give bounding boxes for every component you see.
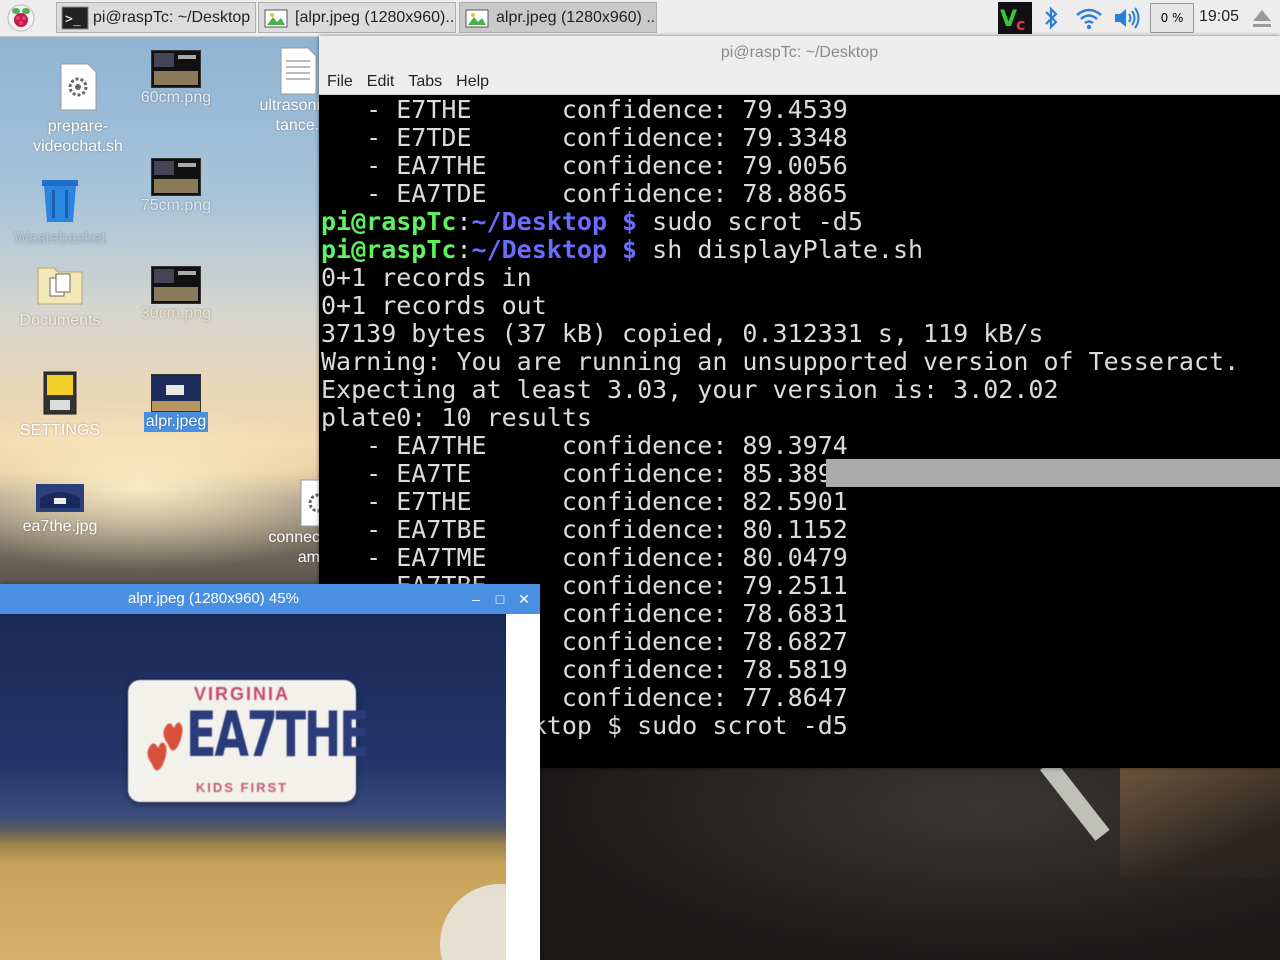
raspberry-menu-icon[interactable] xyxy=(4,4,38,32)
desktop-icon-label: connec am xyxy=(268,529,320,566)
plate-number: EA7THE xyxy=(186,698,370,771)
plate-slogan: KIDS FIRST xyxy=(195,780,289,795)
image-thumbnail-icon xyxy=(36,484,84,512)
wallpaper-grass xyxy=(1120,768,1280,878)
image-thumbnail-icon xyxy=(151,374,201,412)
license-plate: VIRGINIA EA7THE KIDS FIRST xyxy=(128,680,370,802)
taskbar-terminal-button[interactable]: >_ pi@raspTc: ~/Desktop xyxy=(56,2,256,33)
terminal-line: - EA7TME confidence: 80.0479 xyxy=(321,543,848,572)
desktop-icon-settings[interactable]: SETTINGS xyxy=(0,370,120,441)
prompt-command: sudo scrot -d5 xyxy=(637,207,863,236)
svg-text:>_: >_ xyxy=(65,12,81,27)
desktop-icon-label: 60cm.png xyxy=(140,89,212,106)
desktop-icon-label: ultrasonic tance.p xyxy=(259,97,328,134)
terminal-line: plate0: 10 results xyxy=(321,403,592,432)
terminal-line: - EA7THE confidence: 79.0056 xyxy=(321,151,848,180)
terminal-line: - E7TDE confidence: 79.3348 xyxy=(321,123,848,152)
image-icon xyxy=(264,9,288,27)
terminal-prompt-line: pi@raspTc:~/Desktop $ sudo scrot -d5 xyxy=(321,208,1280,236)
wifi-icon[interactable] xyxy=(1074,0,1104,36)
folder-icon xyxy=(37,267,83,305)
image-icon xyxy=(465,9,489,27)
terminal-line: Warning: You are running an unsupported … xyxy=(321,347,1240,376)
eject-icon[interactable] xyxy=(1250,0,1274,36)
terminal-line: - E7THE confidence: 82.5901 xyxy=(321,487,848,516)
terminal-line: Expecting at least 3.03, your version is… xyxy=(321,375,1059,404)
image-viewer-canvas[interactable]: VIRGINIA EA7THE KIDS FIRST xyxy=(0,614,506,960)
terminal-menu-bar: File Edit Tabs Help xyxy=(319,69,1280,95)
terminal-line: - EA7THE confidence: 89.3974 xyxy=(321,431,848,460)
clock[interactable]: 19:05 xyxy=(1199,8,1239,26)
desktop-icon-60cm[interactable]: 60cm.png xyxy=(116,50,236,108)
maximize-button[interactable]: □ xyxy=(488,584,512,614)
image-thumbnail-icon xyxy=(151,266,201,304)
cpu-monitor[interactable]: 0 % xyxy=(1150,3,1194,33)
desktop-icon-label: Wastebasket xyxy=(14,230,106,247)
desktop-icon-documents[interactable]: Documents xyxy=(0,262,120,331)
terminal-selection-highlight xyxy=(826,459,1280,487)
terminal-line: 0+1 records in xyxy=(321,263,532,292)
desktop-icon-label: ea7the.jpg xyxy=(22,518,98,535)
prompt-user: pi@raspTc xyxy=(321,235,457,264)
taskbar-task-label: alpr.jpeg (1280x960) ... xyxy=(496,8,657,26)
taskbar-task-label: pi@raspTc: ~/Desktop xyxy=(93,8,251,26)
terminal-line: - E7THE confidence: 79.4539 xyxy=(321,96,848,124)
close-button[interactable]: ✕ xyxy=(512,584,536,614)
desktop-icon-label: SETTINGS xyxy=(19,422,100,439)
terminal-prompt-line: pi@raspTc:~/Desktop $ sh displayPlate.sh xyxy=(321,236,1280,264)
desktop-icon-alpr[interactable]: alpr.jpeg xyxy=(116,374,236,432)
terminal-line: 0+1 records out xyxy=(321,291,547,320)
terminal-icon: >_ xyxy=(61,6,89,29)
prompt-separator: : xyxy=(456,207,472,236)
trash-icon xyxy=(42,180,78,222)
desktop-icon-label-selected: alpr.jpeg xyxy=(143,412,209,432)
taskbar-task-label: [alpr.jpeg (1280x960)... xyxy=(295,8,456,26)
image-viewer-title: alpr.jpeg (1280x960) 45% xyxy=(128,590,299,607)
terminal-line: - EA7TBE confidence: 80.1152 xyxy=(321,515,848,544)
image-viewer-window[interactable]: alpr.jpeg (1280x960) 45% – □ ✕ VIRGINIA … xyxy=(0,584,540,960)
bluetooth-icon[interactable] xyxy=(1041,0,1061,36)
minimize-button[interactable]: – xyxy=(464,584,488,614)
prompt-path: ~/Desktop $ xyxy=(471,207,638,236)
desktop-icon-30cm[interactable]: 30cm.png xyxy=(116,266,236,324)
desktop-icon-75cm[interactable]: 75cm.png xyxy=(116,158,236,216)
menu-edit[interactable]: Edit xyxy=(367,73,395,91)
desktop-icon-label: 30cm.png xyxy=(140,305,212,322)
desktop-icon-wastebasket[interactable]: Wastebasket xyxy=(0,176,120,249)
taskbar-image-viewer-active-button[interactable]: alpr.jpeg (1280x960) ... xyxy=(459,2,657,33)
menu-file[interactable]: File xyxy=(327,73,353,91)
desktop-icon-connect[interactable]: connec am xyxy=(260,478,337,568)
desktop-icon-ea7the[interactable]: ea7the.jpg xyxy=(0,484,120,537)
svg-text:c: c xyxy=(1016,15,1025,34)
prompt-path: ~/Desktop $ xyxy=(471,235,638,264)
menu-help[interactable]: Help xyxy=(456,73,489,91)
terminal-title-bar[interactable]: pi@raspTc: ~/Desktop xyxy=(319,36,1280,69)
vnc-icon[interactable]: V c xyxy=(997,0,1033,36)
image-thumbnail-icon xyxy=(151,50,201,88)
prompt-command: sh displayPlate.sh xyxy=(637,235,924,264)
terminal-line: - EA7TDE confidence: 78.8865 xyxy=(321,179,848,208)
taskbar-image-viewer-button[interactable]: [alpr.jpeg (1280x960)... xyxy=(258,2,456,33)
image-viewer-title-bar[interactable]: alpr.jpeg (1280x960) 45% – □ ✕ xyxy=(0,584,540,614)
blurred-object xyxy=(440,884,506,960)
terminal-line: 37139 bytes (37 kB) copied, 0.312331 s, … xyxy=(321,319,1044,348)
desktop-icon-label: 75cm.png xyxy=(140,197,212,214)
taskbar: >_ pi@raspTc: ~/Desktop [alpr.jpeg (1280… xyxy=(0,0,1280,37)
script-file-icon xyxy=(60,63,97,111)
menu-tabs[interactable]: Tabs xyxy=(408,73,442,91)
desktop-icon-label: prepare- videochat.sh xyxy=(33,118,123,155)
volume-icon[interactable] xyxy=(1112,0,1142,36)
svg-text:V: V xyxy=(1000,7,1017,32)
desktop-icon-ultrasonic[interactable]: ultrasonic tance.p xyxy=(238,46,328,136)
sd-card-icon xyxy=(43,371,77,415)
text-file-icon xyxy=(280,47,317,95)
image-thumbnail-icon xyxy=(151,158,201,196)
prompt-user: pi@raspTc xyxy=(321,207,457,236)
desktop-icon-label: Documents xyxy=(19,312,101,329)
prompt-separator: : xyxy=(456,235,472,264)
